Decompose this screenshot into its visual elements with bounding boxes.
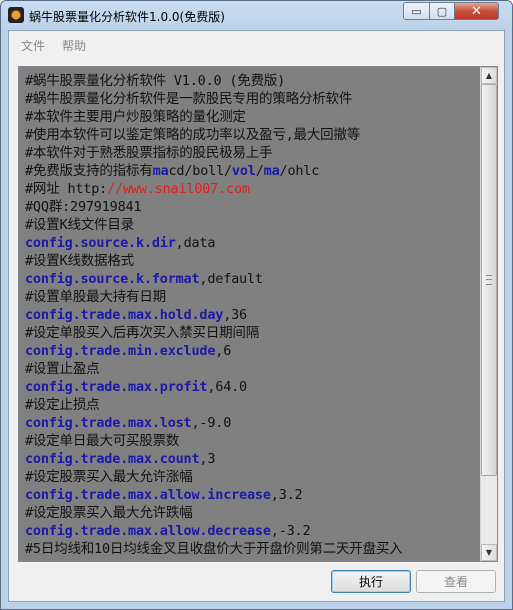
line-text: #设定股票买入最大允许涨幅 [25,469,193,485]
line-text: ,default [199,271,263,287]
line-text: #设置K线数据格式 [25,253,134,269]
view-button[interactable]: 查看 [416,570,496,593]
line-text: / [255,163,264,179]
minimize-button[interactable]: ▭ [403,2,430,20]
maximize-icon: ▢ [436,4,448,18]
editor-line: config.source.k.format,default [25,270,477,288]
editor-line: #设置止盈点 [25,360,477,378]
config-key: config.trade.max.allow.increase [25,487,271,503]
arrow-down-icon: ▼ [485,548,493,557]
editor-line: #设定股票买入最大允许涨幅 [25,468,477,486]
line-text: #设置单股最大持有日期 [25,289,166,305]
line-text: ,64.0 [207,379,247,395]
editor-line: config.trade.max.count,3 [25,450,477,468]
config-key: ma [263,163,280,179]
maximize-button[interactable]: ▢ [429,2,455,20]
minimize-icon: ▭ [411,4,422,18]
line-text: #蜗牛股票量化分析软件是一款股民专用的策略分析软件 [25,91,353,107]
line-text: #设置K线文件目录 [25,217,134,233]
editor-line: #使用本软件可以鉴定策略的成功率以及盈亏,最大回撤等 [25,126,477,144]
config-key: config.trade.max.profit [25,379,208,395]
editor-line: #蜗牛股票量化分析软件是一款股民专用的策略分析软件 [25,90,477,108]
run-button[interactable]: 执行 [331,570,411,593]
editor-line: #免费版支持的指标有macd/boll/vol/ma/ohlc [25,162,477,180]
editor-line: #设置单股最大持有日期 [25,288,477,306]
line-text: #设定止损点 [25,397,100,413]
editor-line: config.trade.max.lost,-9.0 [25,414,477,432]
line-text: ,3 [199,451,216,467]
editor-line: config.source.k.dir,data [25,234,477,252]
line-text: ,data [175,235,216,251]
line-text: #本软件主要用户炒股策略的量化测定 [25,109,246,125]
line-text: #蜗牛股票量化分析软件 V1.0.0 (免费版) [25,73,286,89]
editor-line: #网址 http://www.snail007.com [25,180,477,198]
line-text: ,36 [223,307,247,323]
vertical-scrollbar[interactable]: ▲ ▼ [480,67,497,561]
strategy-editor[interactable]: #蜗牛股票量化分析软件 V1.0.0 (免费版) #蜗牛股票量化分析软件是一款股民… [18,66,498,562]
scroll-thumb[interactable] [481,84,497,476]
config-key: config.trade.max.lost [25,415,192,431]
editor-line: config.trade.max.allow.decrease,-3.2 [25,522,477,540]
line-text: #QQ群:297919841 [25,199,142,215]
editor-line: config.trade.max.allow.increase,3.2 [25,486,477,504]
app-window: 蜗牛股票量化分析软件1.0.0(免费版) ▭ ▢ ✕ 文件 帮助 #蜗牛股票量化… [0,0,513,610]
config-key: ma [152,163,169,179]
line-text: ,-3.2 [270,523,311,539]
editor-line: config.trade.min.exclude,6 [25,342,477,360]
client-area: 文件 帮助 #蜗牛股票量化分析软件 V1.0.0 (免费版) #蜗牛股票量化分析软… [8,30,505,602]
line-text: #本软件对于熟悉股票指标的股民极易上手 [25,145,273,161]
config-key: config.source.k.format [25,271,200,287]
window-title: 蜗牛股票量化分析软件1.0.0(免费版) [29,10,225,24]
editor-line: #设置K线数据格式 [25,252,477,270]
line-text: ,-9.0 [191,415,232,431]
arrow-up-icon: ▲ [485,71,493,80]
url-text: //www.snail007.com [107,181,250,197]
line-text: #设定股票买入最大允许跌幅 [25,505,193,521]
scroll-down-button[interactable]: ▼ [481,544,497,561]
editor-line: #设定单股买入后再次买入禁买日期间隔 [25,324,477,342]
close-icon: ✕ [471,3,482,19]
grip-icon [486,275,492,285]
config-key: config.source.k.dir [25,235,176,251]
line-text: #网址 http: [25,181,108,197]
config-key: config.trade.min.exclude [25,343,216,359]
snail-app-icon [8,7,24,23]
line-text: #设定单日最大可买股票数 [25,433,180,449]
editor-line: #本软件对于熟悉股票指标的股民极易上手 [25,144,477,162]
editor-line: config.trade.max.profit,64.0 [25,378,477,396]
menu-file[interactable]: 文件 [21,37,45,54]
line-text: /ohlc [279,163,320,179]
editor-line: #QQ群:297919841 [25,198,477,216]
menu-bar: 文件 帮助 [9,31,504,57]
line-text: #5日均线和10日均线金叉且收盘价大于开盘价则第二天开盘买入 [25,541,403,557]
line-text: #设定单股买入后再次买入禁买日期间隔 [25,325,260,341]
config-key: vol [231,163,256,179]
line-text: ,6 [215,343,232,359]
title-bar[interactable]: 蜗牛股票量化分析软件1.0.0(免费版) ▭ ▢ ✕ [1,1,512,29]
line-text: #设置止盈点 [25,361,100,377]
line-text: cd/boll/ [168,163,233,179]
scroll-up-button[interactable]: ▲ [481,67,497,84]
editor-lines: #蜗牛股票量化分析软件 V1.0.0 (免费版) #蜗牛股票量化分析软件是一款股民… [25,72,477,558]
close-button[interactable]: ✕ [454,2,499,20]
editor-line: #设置K线文件目录 [25,216,477,234]
line-text: ,3.2 [270,487,303,503]
line-text: #使用本软件可以鉴定策略的成功率以及盈亏,最大回撤等 [25,127,361,143]
editor-line: #蜗牛股票量化分析软件 V1.0.0 (免费版) [25,72,477,90]
editor-line: #设定止损点 [25,396,477,414]
editor-line: config.trade.max.hold.day,36 [25,306,477,324]
editor-line: #设定股票买入最大允许跌幅 [25,504,477,522]
editor-line: #5日均线和10日均线金叉且收盘价大于开盘价则第二天开盘买入 [25,540,477,558]
config-key: config.trade.max.hold.day [25,307,224,323]
editor-line: #本软件主要用户炒股策略的量化测定 [25,108,477,126]
line-text: #免费版支持的指标有 [25,163,153,179]
menu-help[interactable]: 帮助 [62,37,86,54]
editor-line: #设定单日最大可买股票数 [25,432,477,450]
config-key: config.trade.max.count [25,451,200,467]
config-key: config.trade.max.allow.decrease [25,523,271,539]
